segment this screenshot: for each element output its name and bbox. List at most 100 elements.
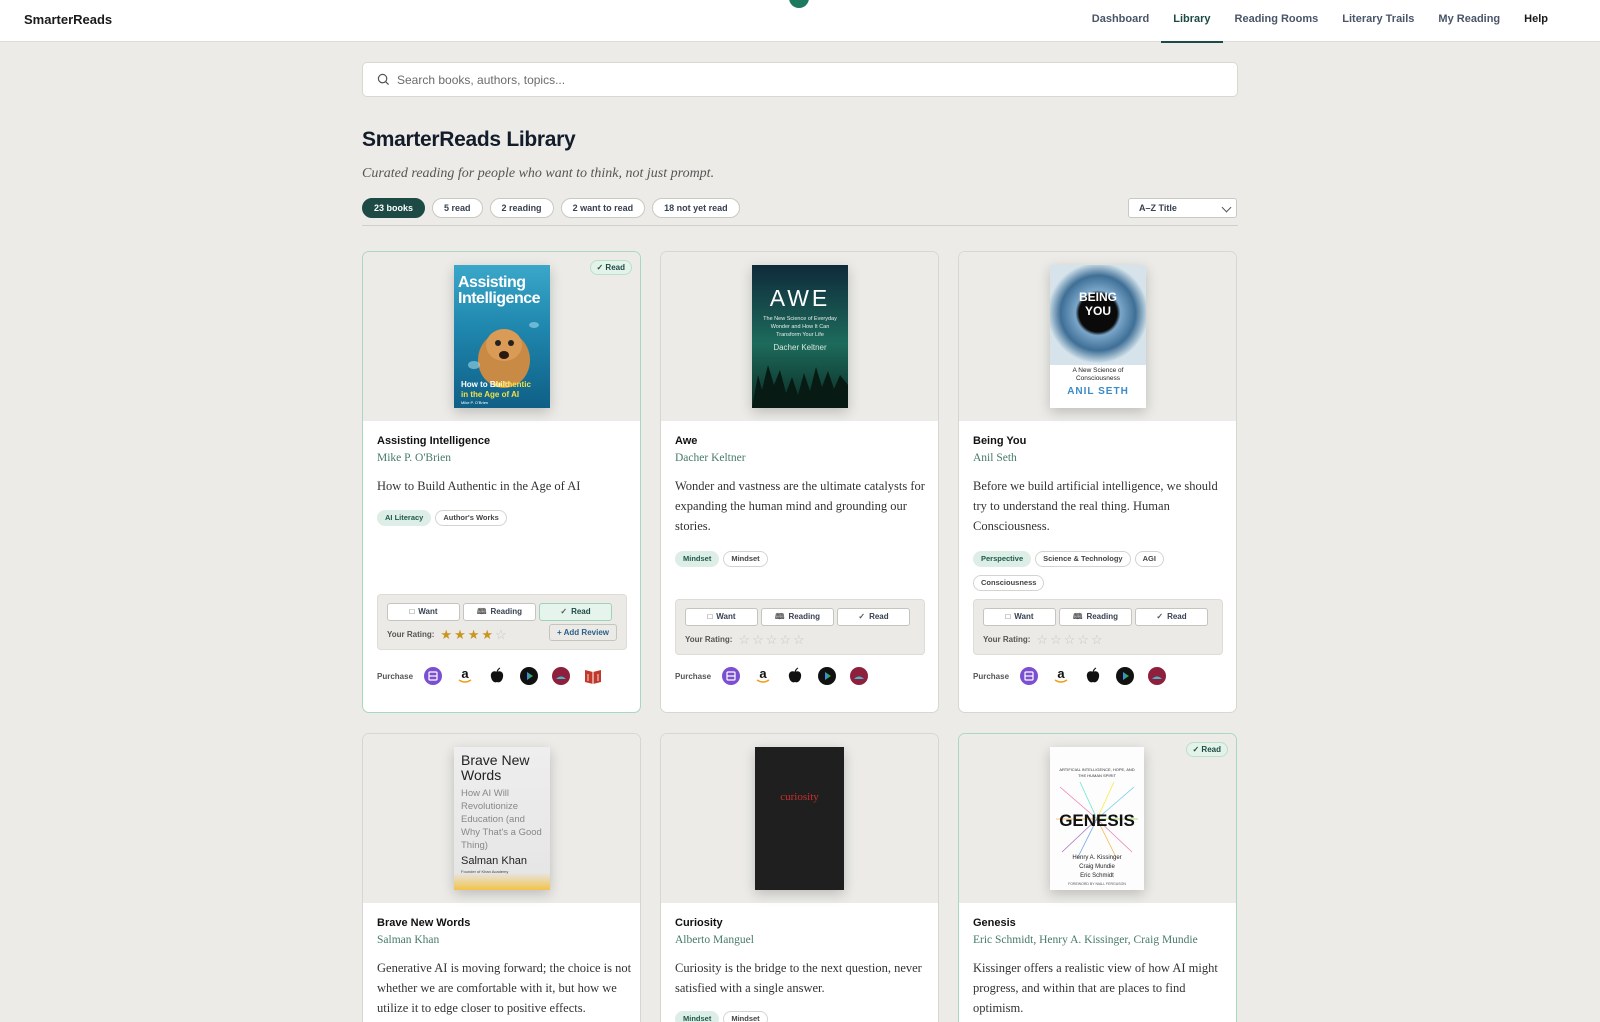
- star-icon[interactable]: ☆: [793, 633, 805, 646]
- nav-help[interactable]: Help: [1512, 0, 1560, 42]
- tag[interactable]: Mindset: [675, 1011, 720, 1022]
- star-icon[interactable]: ★: [481, 628, 493, 641]
- amazon-icon[interactable]: a: [753, 666, 773, 686]
- amazon-icon[interactable]: a: [455, 666, 475, 686]
- book-title[interactable]: Genesis: [973, 917, 1016, 929]
- filter-want-to-read[interactable]: 2 want to read: [560, 198, 646, 218]
- google-play-icon[interactable]: [1115, 666, 1135, 686]
- read-button[interactable]: ✓ Read: [539, 603, 612, 621]
- want-button[interactable]: □ Want: [983, 608, 1056, 626]
- tag[interactable]: Author's Works: [435, 510, 507, 526]
- reading-button[interactable]: 🕮 Reading: [1059, 608, 1132, 626]
- book-author[interactable]: Anil Seth: [973, 452, 1017, 464]
- reading-button[interactable]: 🕮 Reading: [761, 608, 834, 626]
- tag[interactable]: Mindset: [723, 551, 768, 567]
- top-nav: SmarterReads Dashboard Library Reading R…: [0, 0, 1600, 43]
- brand-logo[interactable]: SmarterReads: [24, 12, 112, 27]
- bookshop-icon[interactable]: [423, 666, 443, 686]
- read-button[interactable]: ✓ Read: [1135, 608, 1208, 626]
- star-rating[interactable]: ☆ ☆ ☆ ☆ ☆: [1036, 633, 1104, 646]
- star-icon[interactable]: ☆: [752, 633, 764, 646]
- tag[interactable]: AGI: [1134, 551, 1164, 567]
- book-author[interactable]: Alberto Manguel: [675, 934, 754, 946]
- bookshop-icon[interactable]: [1019, 666, 1039, 686]
- apple-books-icon[interactable]: [487, 666, 507, 686]
- tag[interactable]: Consciousness: [973, 575, 1045, 591]
- book-card[interactable]: curiosity Curiosity Alberto Manguel Curi…: [660, 733, 939, 1022]
- search-input[interactable]: [397, 63, 1217, 96]
- kobo-icon[interactable]: [551, 666, 571, 686]
- kobo-icon[interactable]: [1147, 666, 1167, 686]
- star-icon[interactable]: ★: [440, 628, 452, 641]
- star-icon[interactable]: ☆: [738, 633, 750, 646]
- book-cover[interactable]: Assisting Intelligence How to Build Auth…: [454, 265, 550, 408]
- want-button[interactable]: □ Want: [387, 603, 460, 621]
- book-card[interactable]: BEING YOU A New Science of Consciousness…: [958, 251, 1237, 713]
- floating-action-icon[interactable]: [789, 0, 809, 8]
- book-author[interactable]: Salman Khan: [377, 934, 439, 946]
- tag[interactable]: Mindset: [723, 1011, 768, 1022]
- book-title[interactable]: Brave New Words: [377, 917, 470, 929]
- nav-dashboard[interactable]: Dashboard: [1080, 0, 1161, 42]
- kobo-icon[interactable]: [849, 666, 869, 686]
- filter-read[interactable]: 5 read: [432, 198, 483, 218]
- book-author[interactable]: Dacher Keltner: [675, 452, 746, 464]
- chevron-down-icon: [1221, 202, 1232, 213]
- nav-my-reading[interactable]: My Reading: [1426, 0, 1512, 42]
- star-rating[interactable]: ★ ★ ★ ★ ☆: [440, 628, 508, 641]
- reading-button[interactable]: 🕮 Reading: [463, 603, 536, 621]
- tag[interactable]: Science & Technology: [1035, 551, 1131, 567]
- book-card[interactable]: Brave New Words How AI Will Revolutioniz…: [362, 733, 641, 1022]
- book-cover[interactable]: AWE The New Science of Everyday Wonder a…: [752, 265, 848, 408]
- star-icon[interactable]: ☆: [1091, 633, 1103, 646]
- book-title[interactable]: Awe: [675, 435, 697, 447]
- filter-not-yet-read[interactable]: 18 not yet read: [652, 198, 740, 218]
- nav-reading-rooms[interactable]: Reading Rooms: [1223, 0, 1331, 42]
- tag-list: Mindset Mindset: [675, 551, 930, 571]
- book-author[interactable]: Eric Schmidt, Henry A. Kissinger, Craig …: [973, 934, 1198, 946]
- book-title[interactable]: Being You: [973, 435, 1026, 447]
- book-cover[interactable]: ARTIFICIAL INTELLIGENCE, HOPE, AND THE H…: [1050, 747, 1144, 890]
- filter-reading[interactable]: 2 reading: [489, 198, 554, 218]
- amazon-icon[interactable]: a: [1051, 666, 1071, 686]
- book-cover[interactable]: curiosity: [755, 747, 844, 890]
- tag[interactable]: AI Literacy: [377, 510, 432, 526]
- want-button[interactable]: □ Want: [685, 608, 758, 626]
- apple-books-icon[interactable]: [785, 666, 805, 686]
- svg-text:a: a: [759, 667, 767, 681]
- book-cover[interactable]: BEING YOU A New Science of Consciousness…: [1050, 265, 1146, 408]
- nav-literary-trails[interactable]: Literary Trails: [1330, 0, 1426, 42]
- book-author[interactable]: Mike P. O'Brien: [377, 452, 451, 464]
- add-review-button[interactable]: + Add Review: [549, 624, 617, 641]
- star-icon[interactable]: ☆: [766, 633, 778, 646]
- apple-books-icon[interactable]: [1083, 666, 1103, 686]
- star-icon[interactable]: ☆: [1050, 633, 1062, 646]
- book-title[interactable]: Curiosity: [675, 917, 723, 929]
- star-icon[interactable]: ☆: [1077, 633, 1089, 646]
- svg-text:a: a: [461, 667, 469, 681]
- book-title[interactable]: Assisting Intelligence: [377, 435, 490, 447]
- star-icon[interactable]: ☆: [495, 628, 507, 641]
- rating-label: Your Rating:: [983, 635, 1031, 644]
- star-icon[interactable]: ★: [454, 628, 466, 641]
- book-cover[interactable]: Brave New Words How AI Will Revolutioniz…: [454, 747, 550, 890]
- tag[interactable]: Mindset: [675, 551, 720, 567]
- nav-library[interactable]: Library: [1161, 0, 1223, 43]
- bookshop-icon[interactable]: [721, 666, 741, 686]
- sort-select[interactable]: A–Z Title: [1128, 198, 1237, 218]
- book-card[interactable]: AWE The New Science of Everyday Wonder a…: [660, 251, 939, 713]
- cover-area: AWE The New Science of Everyday Wonder a…: [661, 252, 938, 421]
- google-play-icon[interactable]: [817, 666, 837, 686]
- tag[interactable]: Perspective: [973, 551, 1032, 567]
- star-icon[interactable]: ☆: [779, 633, 791, 646]
- star-icon[interactable]: ☆: [1036, 633, 1048, 646]
- star-icon[interactable]: ★: [468, 628, 480, 641]
- star-rating[interactable]: ☆ ☆ ☆ ☆ ☆: [738, 633, 806, 646]
- book-card[interactable]: Assisting Intelligence How to Build Auth…: [362, 251, 641, 713]
- google-play-icon[interactable]: [519, 666, 539, 686]
- star-icon[interactable]: ☆: [1064, 633, 1076, 646]
- library-icon[interactable]: [583, 666, 603, 686]
- read-button[interactable]: ✓ Read: [837, 608, 910, 626]
- filter-all-books[interactable]: 23 books: [362, 198, 426, 218]
- book-card[interactable]: ARTIFICIAL INTELLIGENCE, HOPE, AND THE H…: [958, 733, 1237, 1022]
